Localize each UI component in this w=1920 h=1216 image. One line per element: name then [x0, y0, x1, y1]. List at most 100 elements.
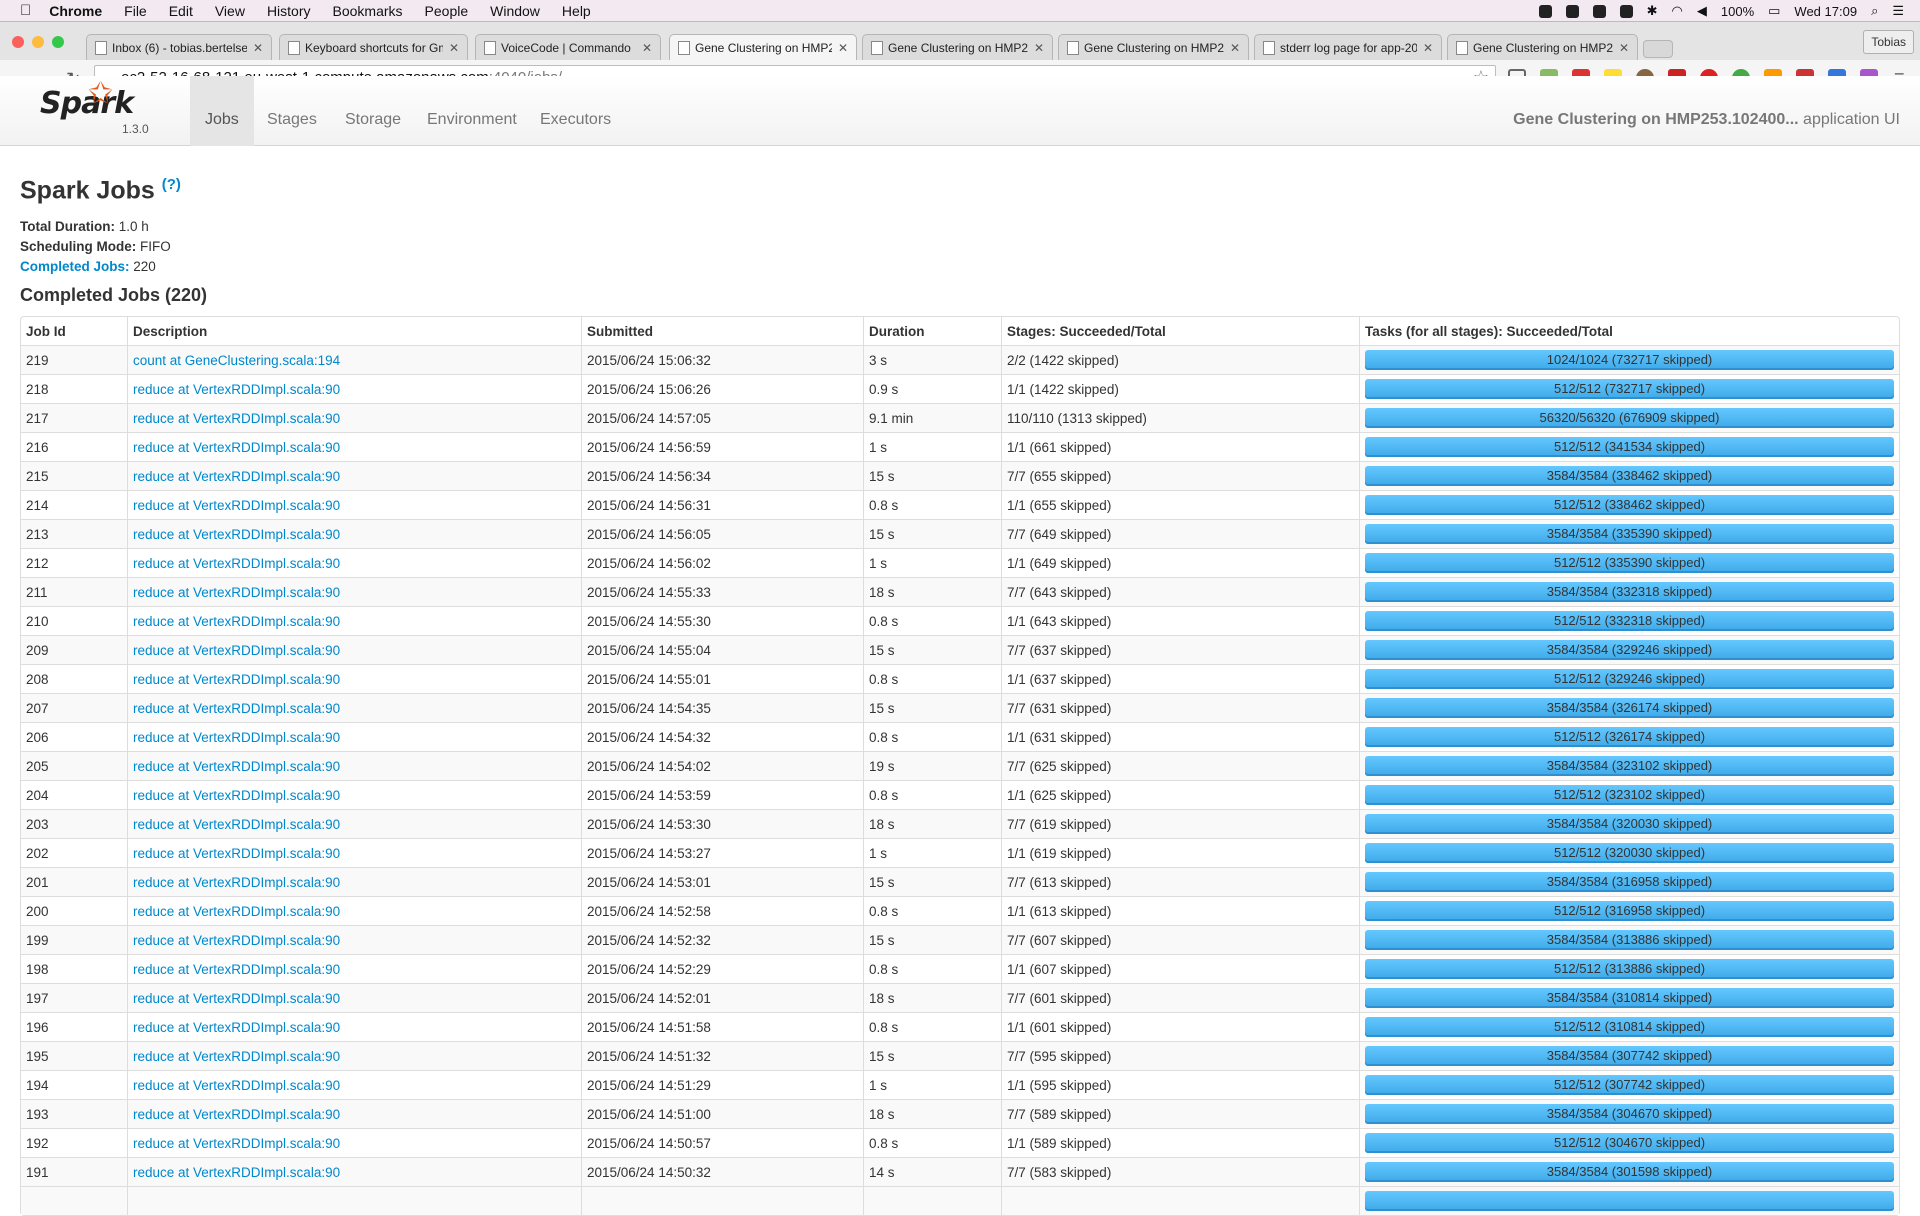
job-description-link[interactable]: reduce at VertexRDDImpl.scala:90 [133, 498, 340, 513]
job-description-link[interactable]: reduce at VertexRDDImpl.scala:90 [133, 440, 340, 455]
duration: 18 s [863, 809, 1001, 839]
close-tab-icon[interactable]: ✕ [1230, 41, 1240, 55]
job-description-link[interactable]: reduce at VertexRDDImpl.scala:90 [133, 991, 340, 1006]
close-tab-icon[interactable]: ✕ [1034, 41, 1044, 55]
nav-tab-environment[interactable]: Environment [412, 76, 532, 146]
duration: 0.8 s [863, 896, 1001, 926]
job-description-link[interactable]: reduce at VertexRDDImpl.scala:90 [133, 701, 340, 716]
column-header[interactable]: Submitted [581, 317, 863, 346]
tasks-progress-bar: 512/512 (332318 skipped) [1365, 611, 1894, 632]
help-link[interactable]: (?) [162, 176, 181, 193]
job-description-link[interactable]: reduce at VertexRDDImpl.scala:90 [133, 759, 340, 774]
browser-tab[interactable]: Gene Clustering on HMP253 ✕ [862, 34, 1053, 60]
menu-app[interactable]: Chrome [49, 3, 102, 19]
job-description-link[interactable]: reduce at VertexRDDImpl.scala:90 [133, 846, 340, 861]
bluetooth-icon[interactable]: ✱ [1647, 3, 1658, 19]
tasks-progress-bar: 3584/3584 (310814 skipped) [1365, 988, 1894, 1009]
job-description-link[interactable]: reduce at VertexRDDImpl.scala:90 [133, 1078, 340, 1093]
browser-tab[interactable]: stderr log page for app-20 ✕ [1254, 34, 1442, 60]
spark-logo[interactable]: Spark ✩ [40, 76, 134, 121]
job-description-link[interactable]: reduce at VertexRDDImpl.scala:90 [133, 904, 340, 919]
apple-icon[interactable]:  [20, 2, 31, 19]
close-tab-icon[interactable]: ✕ [449, 41, 459, 55]
close-window-icon[interactable] [12, 36, 24, 48]
column-header[interactable]: Stages: Succeeded/Total [1001, 317, 1359, 346]
wifi-icon[interactable]: ◠ [1672, 3, 1683, 19]
menu-help[interactable]: Help [562, 3, 591, 19]
job-description-link[interactable]: reduce at VertexRDDImpl.scala:90 [133, 788, 340, 803]
spotlight-icon[interactable]: ⌕ [1871, 3, 1878, 19]
table-row: 208 reduce at VertexRDDImpl.scala:90 2015/… [21, 664, 1899, 694]
job-description-link[interactable]: reduce at VertexRDDImpl.scala:90 [133, 643, 340, 658]
column-header[interactable]: Duration [863, 317, 1001, 346]
job-description-link[interactable]: reduce at VertexRDDImpl.scala:90 [133, 1049, 340, 1064]
close-tab-icon[interactable]: ✕ [1423, 41, 1433, 55]
minimize-window-icon[interactable] [32, 36, 44, 48]
job-description-link[interactable]: reduce at VertexRDDImpl.scala:90 [133, 1107, 340, 1122]
menu-people[interactable]: People [425, 3, 469, 19]
nav-tab-storage[interactable]: Storage [330, 76, 416, 146]
column-header[interactable]: Description [127, 317, 581, 346]
nav-tab-executors[interactable]: Executors [525, 76, 626, 146]
job-id: 203 [21, 809, 127, 839]
menu-file[interactable]: File [124, 3, 147, 19]
profile-button[interactable]: Tobias [1863, 30, 1914, 54]
job-id: 204 [21, 780, 127, 809]
browser-tab[interactable]: Gene Clustering on HMP253 ✕ [669, 34, 857, 61]
close-tab-icon[interactable]: ✕ [1619, 41, 1629, 55]
job-description-link[interactable]: reduce at VertexRDDImpl.scala:90 [133, 1136, 340, 1151]
table-row: 199 reduce at VertexRDDImpl.scala:90 2015/… [21, 925, 1899, 955]
job-description-link[interactable]: reduce at VertexRDDImpl.scala:90 [133, 1020, 340, 1035]
job-description-link[interactable]: reduce at VertexRDDImpl.scala:90 [133, 585, 340, 600]
close-tab-icon[interactable]: ✕ [838, 41, 848, 55]
submitted [581, 1186, 863, 1216]
tasks-progress-bar: 512/512 (304670 skipped) [1365, 1133, 1894, 1154]
battery-icon[interactable]: ▭ [1768, 3, 1780, 19]
drive-icon[interactable] [1565, 4, 1579, 18]
notification-center-icon[interactable]: ☰ [1892, 3, 1904, 19]
job-description-link[interactable]: reduce at VertexRDDImpl.scala:90 [133, 933, 340, 948]
job-description-link[interactable]: reduce at VertexRDDImpl.scala:90 [133, 875, 340, 890]
status-icon[interactable] [1592, 4, 1606, 18]
nav-tab-jobs[interactable]: Jobs [190, 76, 254, 146]
new-tab-button[interactable] [1643, 40, 1673, 58]
status-icon[interactable] [1538, 4, 1552, 18]
job-description-link[interactable]: reduce at VertexRDDImpl.scala:90 [133, 382, 340, 397]
duration: 14 s [863, 1157, 1001, 1187]
browser-tab[interactable]: Inbox (6) - tobias.bertelsen ✕ [86, 34, 272, 60]
close-tab-icon[interactable]: ✕ [642, 41, 652, 55]
clock[interactable]: Wed 17:09 [1794, 4, 1857, 19]
description-cell: reduce at VertexRDDImpl.scala:90 [127, 838, 581, 868]
column-header[interactable]: Tasks (for all stages): Succeeded/Total [1359, 317, 1899, 346]
nav-tab-stages[interactable]: Stages [252, 76, 332, 146]
job-description-link[interactable]: reduce at VertexRDDImpl.scala:90 [133, 411, 340, 426]
job-description-link[interactable]: reduce at VertexRDDImpl.scala:90 [133, 527, 340, 542]
menu-bookmarks[interactable]: Bookmarks [333, 3, 403, 19]
column-header[interactable]: Job Id [21, 317, 127, 345]
job-description-link[interactable]: reduce at VertexRDDImpl.scala:90 [133, 1165, 340, 1180]
job-description-link[interactable]: reduce at VertexRDDImpl.scala:90 [133, 962, 340, 977]
browser-tab[interactable]: VoiceCode | Commando ✕ [475, 34, 661, 60]
completed-jobs-link[interactable]: Completed Jobs: [20, 259, 130, 274]
tasks-progress-bar: 1024/1024 (732717 skipped) [1365, 350, 1894, 371]
menu-edit[interactable]: Edit [169, 3, 193, 19]
notification-icon[interactable] [1619, 4, 1633, 18]
maximize-window-icon[interactable] [52, 36, 64, 48]
close-tab-icon[interactable]: ✕ [253, 41, 263, 55]
browser-tab[interactable]: Gene Clustering on HMP253 ✕ [1447, 34, 1638, 60]
job-description-link[interactable]: reduce at VertexRDDImpl.scala:90 [133, 817, 340, 832]
browser-tab[interactable]: Keyboard shortcuts for Gmail ✕ [279, 34, 468, 60]
submitted: 2015/06/24 14:55:01 [581, 664, 863, 694]
job-description-link[interactable]: reduce at VertexRDDImpl.scala:90 [133, 672, 340, 687]
menu-history[interactable]: History [267, 3, 311, 19]
job-description-link[interactable]: reduce at VertexRDDImpl.scala:90 [133, 469, 340, 484]
menu-window[interactable]: Window [490, 3, 540, 19]
job-description-link[interactable]: count at GeneClustering.scala:194 [133, 353, 340, 368]
job-description-link[interactable]: reduce at VertexRDDImpl.scala:90 [133, 614, 340, 629]
job-description-link[interactable]: reduce at VertexRDDImpl.scala:90 [133, 730, 340, 745]
job-description-link[interactable]: reduce at VertexRDDImpl.scala:90 [133, 556, 340, 571]
stages: 1/1 (607 skipped) [1001, 954, 1359, 984]
browser-tab[interactable]: Gene Clustering on HMP253 ✕ [1058, 34, 1249, 60]
menu-view[interactable]: View [215, 3, 245, 19]
volume-icon[interactable]: ◀ [1697, 3, 1707, 19]
